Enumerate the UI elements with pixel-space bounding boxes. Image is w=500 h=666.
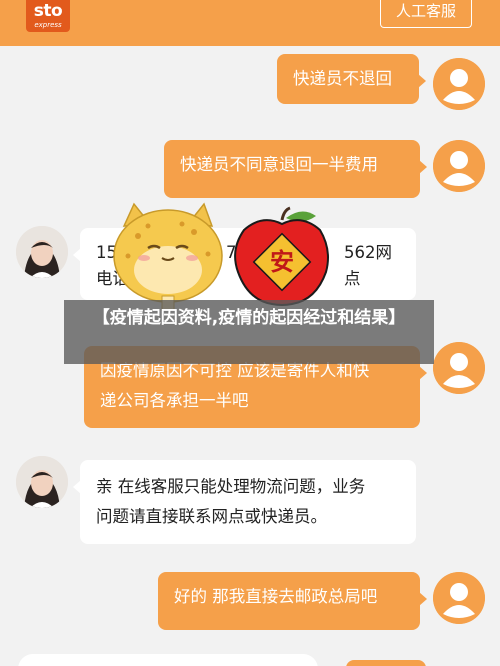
apple-seal-char: 安: [270, 248, 294, 276]
message-text: 快递员不退回: [293, 69, 392, 88]
user-message-bubble: 快递员不同意退回一半费用: [164, 140, 427, 198]
user-avatar-icon: [433, 572, 485, 624]
article-title-banner: 【疫情起因资料,疫情的起因经过和结果】: [64, 300, 434, 364]
message-text-part: 问题请直接联系网点或快递员。: [96, 507, 327, 526]
banner-text: 【疫情起因资料,疫情的起因经过和结果】: [92, 308, 406, 328]
human-service-button[interactable]: 人工客服: [380, 0, 472, 28]
apple-sticker-icon: 安: [232, 206, 332, 308]
app-header: sto express 人工客服: [0, 0, 500, 46]
sto-logo: sto express: [26, 0, 70, 32]
logo-main-text: sto: [33, 1, 63, 21]
message-input-partial[interactable]: [18, 654, 318, 666]
message-text: 快递员不同意退回一半费用: [180, 155, 378, 174]
user-avatar-icon: [433, 58, 485, 110]
user-avatar-icon: [433, 140, 485, 192]
cat-sticker-icon: [104, 196, 234, 314]
message-text: 好的 那我直接去邮政总局吧: [174, 587, 378, 606]
user-message-bubble: 好的 那我直接去邮政总局吧: [158, 572, 427, 630]
agent-avatar-icon: [16, 456, 68, 508]
user-message-bubble-partial: [346, 660, 426, 666]
logo-sub-text: express: [34, 21, 62, 29]
user-avatar-icon: [433, 342, 485, 394]
agent-avatar-icon: [16, 226, 68, 278]
agent-message-bubble: 亲 在线客服只能处理物流问题，业务 问题请直接联系网点或快递员。: [73, 460, 416, 544]
message-text-part: 亲 在线客服只能处理物流问题，业务: [96, 477, 366, 496]
user-message-bubble: 快递员不退回: [277, 54, 426, 104]
message-text-part: 递公司各承担一半吧: [100, 391, 249, 410]
message-text-part: 562网点: [344, 243, 392, 288]
